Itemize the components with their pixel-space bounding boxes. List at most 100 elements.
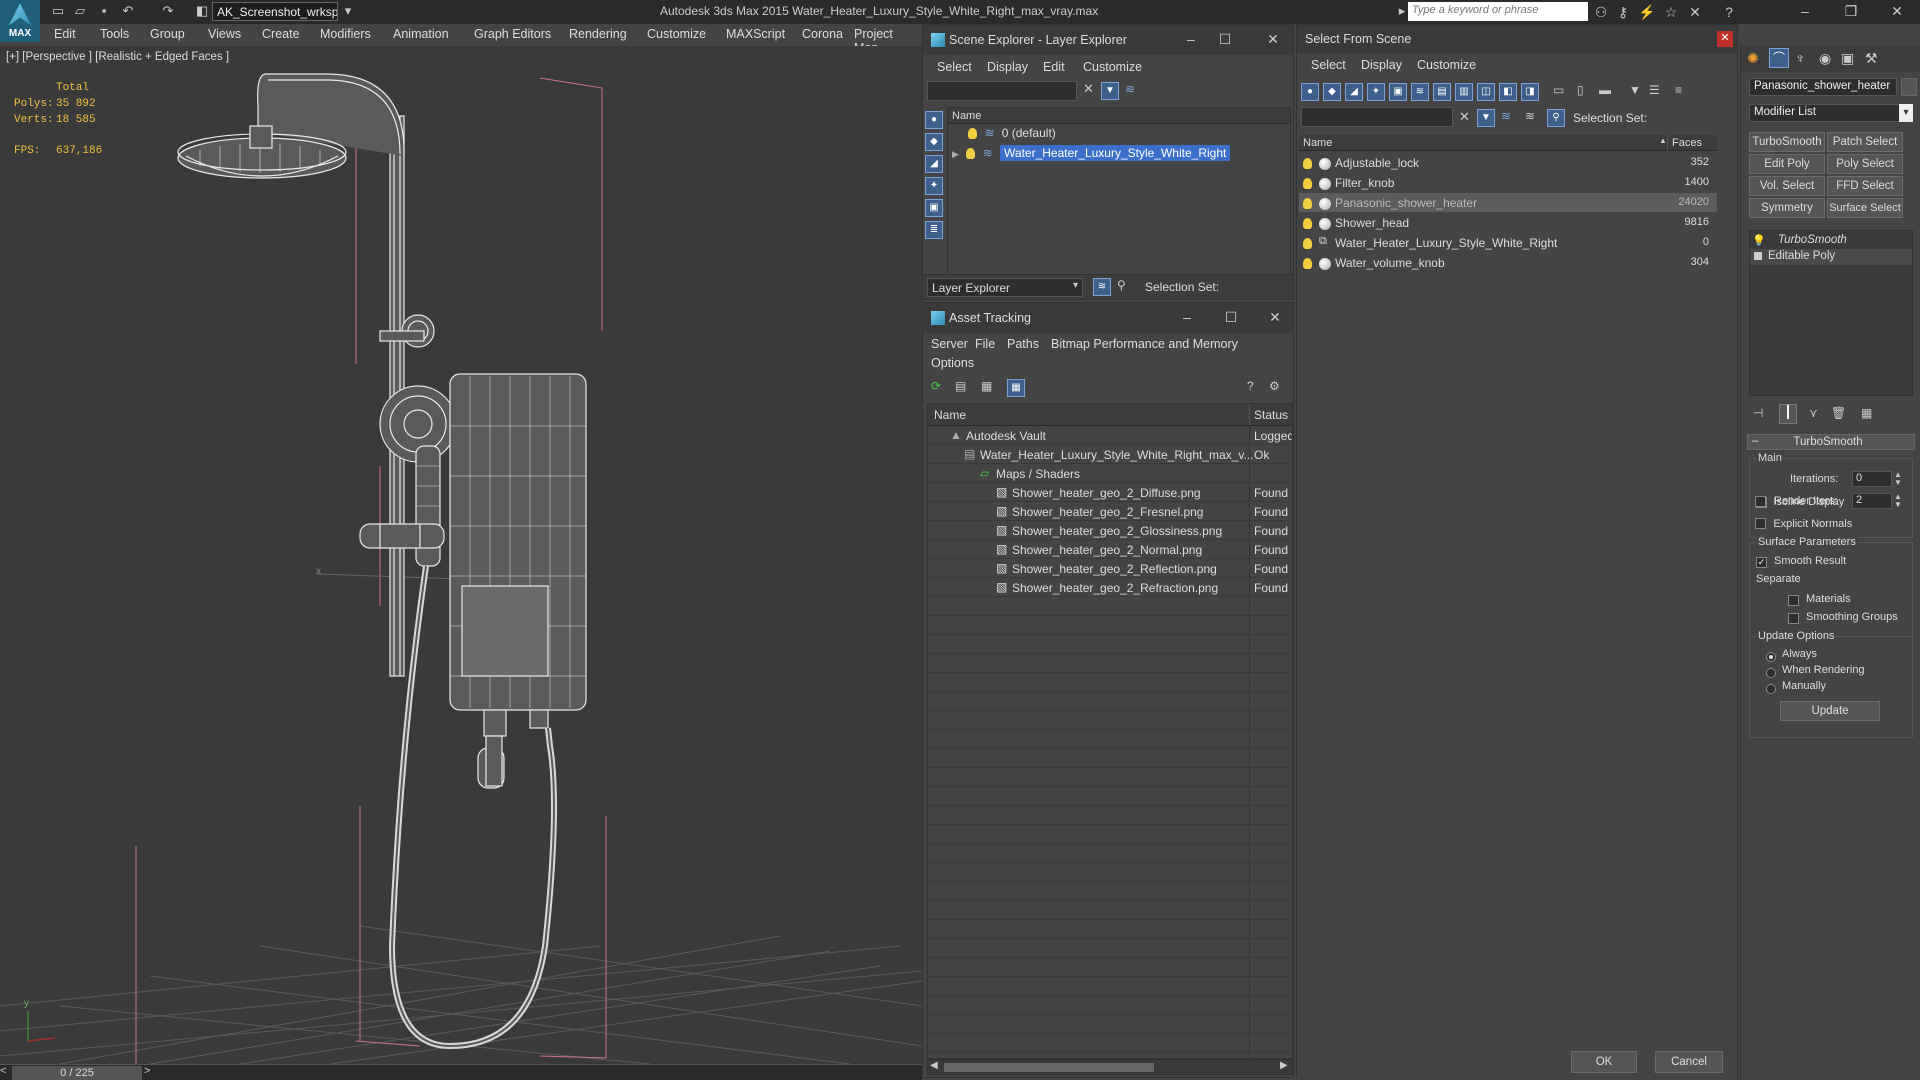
app-logo-icon[interactable]: MAX (0, 0, 40, 42)
save-file-icon[interactable]: ▪ (96, 3, 112, 19)
at-menu-server[interactable]: Server (931, 337, 968, 351)
modifier-edit-poly-button[interactable]: Edit Poly (1749, 154, 1825, 174)
update-button[interactable]: Update (1780, 701, 1880, 721)
configure-modifier-sets-icon[interactable]: ▦ (1861, 406, 1872, 420)
asset-row[interactable]: ▧ Shower_heater_geo_2_Glossiness.png Fou… (928, 521, 1292, 540)
menu-group[interactable]: Group (150, 27, 185, 41)
layer-tree-header[interactable]: Name (948, 108, 1290, 124)
stack-item-editable-poly[interactable]: Editable Poly (1750, 249, 1912, 265)
display-groups-icon[interactable]: ▤ (1433, 83, 1451, 101)
se-menu-select[interactable]: Select (937, 60, 972, 74)
turbosmooth-rollout-header[interactable]: – TurboSmooth (1747, 434, 1915, 450)
timeline-prev-button[interactable]: < (0, 1065, 10, 1077)
menu-modifiers[interactable]: Modifiers (320, 27, 371, 41)
display-all-icon[interactable]: ▭ (1553, 83, 1564, 97)
at-menu-paths[interactable]: Paths (1007, 337, 1039, 351)
minimize-button[interactable]: – (1177, 309, 1197, 325)
se-menu-customize[interactable]: Customize (1083, 60, 1142, 74)
redo-icon[interactable]: ↷ (160, 3, 176, 19)
collapse-icon[interactable]: ≡ (1675, 83, 1682, 97)
layer-row[interactable]: ≋ 0 (default) (948, 126, 1290, 145)
new-file-icon[interactable]: ▭ (50, 3, 66, 19)
close-window-button[interactable]: ✕ (1874, 0, 1920, 24)
display-none-icon[interactable]: ▯ (1577, 83, 1584, 97)
menu-corona[interactable]: Corona (802, 27, 843, 41)
collapse-minus-icon[interactable]: – (1752, 435, 1758, 447)
favorites-star-icon[interactable]: ☆ (1662, 3, 1680, 21)
filter-toggle-icon[interactable]: ▼ (1477, 109, 1495, 127)
se-search-input[interactable] (927, 81, 1077, 101)
explorer-type-dropdown[interactable]: Layer Explorer (927, 278, 1083, 297)
light-bulb-icon[interactable] (968, 128, 977, 140)
maximize-window-button[interactable]: ❐ (1828, 0, 1874, 24)
light-bulb-icon[interactable] (1303, 258, 1312, 270)
search-input[interactable]: Type a keyword or phrase (1408, 2, 1588, 21)
create-tab-icon[interactable]: ✺ (1747, 50, 1759, 67)
minimize-window-button[interactable]: – (1782, 0, 1828, 24)
smoothing-groups-checkbox[interactable] (1788, 613, 1799, 625)
display-lights-icon[interactable]: ◢ (1345, 83, 1363, 101)
display-spacewarps-icon[interactable]: ≋ (1411, 83, 1429, 101)
object-row[interactable]: Filter_knob 1400 (1299, 173, 1717, 192)
help-icon[interactable]: ? (1247, 379, 1254, 393)
scene-explorer-titlebar[interactable]: Scene Explorer - Layer Explorer – ☐ ✕ (923, 25, 1293, 55)
help-icon[interactable]: ? (1720, 3, 1738, 21)
display-geometry-icon[interactable]: ◆ (925, 133, 943, 151)
display-lights-icon[interactable]: ✦ (925, 177, 943, 195)
tools-x-icon[interactable]: ✕ (1686, 3, 1704, 21)
modifier-bulb-icon[interactable]: 💡 (1752, 234, 1766, 247)
layer-explorer-mode-icon[interactable]: ≋ (1093, 278, 1111, 296)
open-file-icon[interactable]: ▱ (72, 3, 88, 19)
explicit-normals-option[interactable]: Explicit Normals (1755, 516, 1852, 530)
menu-graph-editors[interactable]: Graph Editors (474, 27, 551, 41)
display-cameras-icon[interactable]: ✦ (1367, 83, 1385, 101)
modifier-ffd-select-button[interactable]: FFD Select (1827, 176, 1903, 196)
menu-edit[interactable]: Edit (54, 27, 76, 41)
sfs-titlebar[interactable]: Select From Scene ✕ (1297, 25, 1737, 53)
modifier-list-dropdown[interactable]: Modifier List (1749, 104, 1913, 122)
display-containers-icon[interactable]: ◧ (1499, 83, 1517, 101)
col-name-header[interactable]: Name (1299, 135, 1667, 151)
close-button[interactable]: ✕ (1263, 31, 1283, 48)
utilities-tab-icon[interactable]: ⚒ (1865, 50, 1878, 67)
asset-row[interactable]: ▧ Shower_heater_geo_2_Normal.png Found (928, 540, 1292, 559)
key-icon[interactable]: ⚷ (1614, 3, 1632, 21)
scrollbar-thumb[interactable] (944, 1063, 1154, 1072)
display-cameras-icon[interactable]: ▣ (925, 199, 943, 217)
expand-box-icon[interactable] (1754, 252, 1762, 260)
modifier-surface-select-button[interactable]: Surface Select (1827, 198, 1903, 218)
display-xrefs-icon[interactable]: ▥ (1455, 83, 1473, 101)
menu-customize[interactable]: Customize (647, 27, 706, 41)
light-bulb-icon[interactable] (966, 148, 976, 160)
sfs-menu-customize[interactable]: Customize (1417, 58, 1476, 72)
settings-icon[interactable]: ⚙ (1269, 379, 1280, 393)
col-name-header[interactable]: Name (928, 404, 1250, 426)
se-menu-edit[interactable]: Edit (1043, 60, 1065, 74)
always-radio[interactable] (1766, 651, 1776, 662)
manually-radio[interactable] (1766, 683, 1776, 694)
light-bulb-icon[interactable] (1303, 158, 1312, 170)
modifier-turbosmooth-button[interactable]: TurboSmooth (1749, 132, 1825, 152)
display-helpers-icon[interactable]: ≣ (925, 221, 943, 239)
display-invert-icon[interactable]: ▬ (1599, 83, 1611, 97)
object-row[interactable]: Water_volume_knob 304 (1299, 253, 1717, 272)
col-status-header[interactable]: Status (1250, 404, 1292, 426)
col-faces-header[interactable]: Faces (1667, 135, 1717, 151)
close-button[interactable]: ✕ (1717, 31, 1733, 47)
menu-views[interactable]: Views (208, 27, 241, 41)
hierarchy-mode-icon[interactable]: ⚲ (1117, 278, 1126, 292)
when-rendering-radio[interactable] (1766, 667, 1776, 678)
isoline-checkbox[interactable] (1755, 496, 1766, 508)
scroll-right-arrow-icon[interactable]: ▶ (1280, 1060, 1288, 1071)
layer-mode-icon[interactable]: ≋ (1525, 109, 1535, 123)
asset-row[interactable]: ▧ Shower_heater_geo_2_Diffuse.png Found (928, 483, 1292, 502)
modifier-vol-select-button[interactable]: Vol. Select (1749, 176, 1825, 196)
perspective-viewport[interactable]: [+] [Perspective ] [Realistic + Edged Fa… (0, 46, 922, 1064)
iterations-spinner[interactable]: 0 (1852, 471, 1892, 487)
object-row-selected[interactable]: Panasonic_shower_heater 24020 (1299, 193, 1717, 212)
binoculars-icon[interactable]: ⚇ (1592, 3, 1610, 21)
menu-create[interactable]: Create (262, 27, 300, 41)
display-helpers-icon[interactable]: ▣ (1389, 83, 1407, 101)
modify-tab-icon[interactable]: ⌒ (1769, 48, 1789, 68)
list-view-icon[interactable]: ▤ (955, 379, 966, 393)
